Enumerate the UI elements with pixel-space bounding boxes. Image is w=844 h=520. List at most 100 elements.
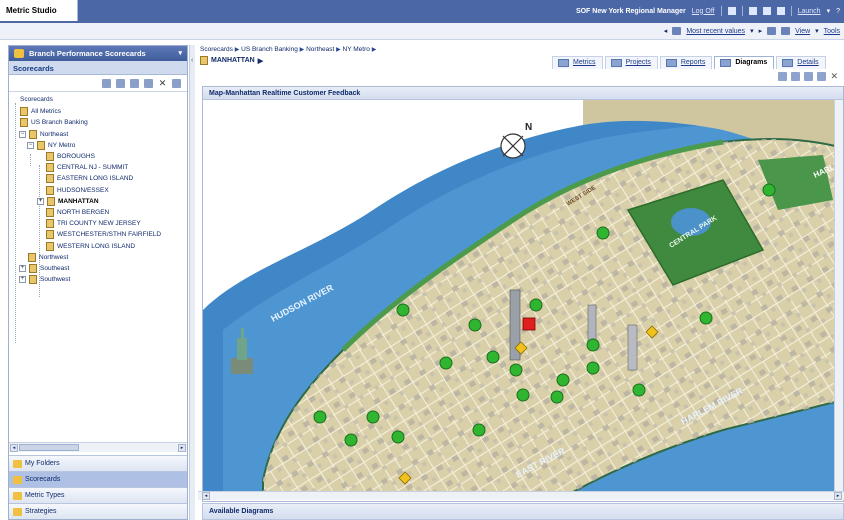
chevron-down-icon[interactable]: ▾: [178, 49, 182, 57]
status-indicator-green[interactable]: [391, 430, 405, 444]
status-indicator-green[interactable]: [439, 356, 453, 370]
tab-metrics[interactable]: Metrics: [552, 56, 603, 69]
breadcrumb-item[interactable]: Scorecards: [200, 46, 233, 53]
detail-view-icon[interactable]: [791, 72, 801, 81]
tree-node[interactable]: + Southeast: [19, 264, 69, 273]
help-question-icon[interactable]: ?: [836, 8, 840, 15]
status-indicator-green[interactable]: [486, 350, 500, 364]
scorecard-name[interactable]: MANHATTAN: [211, 57, 255, 64]
tree-node[interactable]: + MANHATTAN: [37, 196, 99, 206]
status-indicator-green[interactable]: [556, 373, 570, 387]
scroll-right-icon[interactable]: ▸: [834, 492, 842, 500]
tree-node[interactable]: US Branch Banking: [20, 118, 88, 128]
tree-node[interactable]: − Northeast: [19, 129, 68, 139]
tree-node[interactable]: CENTRAL NJ - SUMMIT: [46, 163, 128, 173]
collapse-icon[interactable]: −: [27, 141, 34, 149]
collapse-icon[interactable]: −: [19, 130, 26, 138]
status-indicator-green[interactable]: [550, 390, 564, 404]
export-icon[interactable]: [781, 27, 791, 35]
new-diagram-icon[interactable]: [804, 72, 814, 81]
chevron-down-icon[interactable]: ▾: [815, 27, 819, 35]
properties-icon[interactable]: [172, 79, 181, 88]
tree-node[interactable]: WESTCHESTER/STHN FAIRFIELD: [46, 230, 161, 240]
status-indicator-green[interactable]: [586, 361, 600, 375]
scroll-right-icon[interactable]: ▸: [178, 444, 186, 452]
scroll-thumb[interactable]: [19, 444, 79, 451]
collapse-chevron-icon[interactable]: ‹: [191, 57, 193, 64]
accordion-item[interactable]: Metric Types: [9, 487, 187, 503]
map-horizontal-scrollbar[interactable]: ◂ ▸: [198, 491, 844, 500]
tree-node[interactable]: HUDSON/ESSEX: [46, 185, 109, 195]
expand-icon[interactable]: +: [19, 276, 26, 284]
tree-node[interactable]: WESTERN LONG ISLAND: [46, 241, 135, 251]
map-vertical-scrollbar[interactable]: [834, 100, 843, 492]
status-indicator-green[interactable]: [516, 388, 530, 402]
status-indicator-green[interactable]: [468, 318, 482, 332]
chevron-down-icon[interactable]: ▾: [750, 27, 754, 35]
chevron-down-icon[interactable]: ▾: [827, 7, 831, 15]
status-indicator-green[interactable]: [699, 311, 713, 325]
delete-icon[interactable]: ✕: [830, 72, 838, 81]
breadcrumb-arrow-icon[interactable]: ▶: [258, 57, 263, 65]
tab-diagrams[interactable]: Diagrams: [714, 56, 775, 69]
tree-node[interactable]: + Southwest: [19, 275, 70, 285]
accordion-item[interactable]: My Folders: [9, 455, 187, 471]
copy-icon[interactable]: [130, 79, 139, 88]
scroll-left-icon[interactable]: ◂: [202, 492, 210, 500]
app-title-tab[interactable]: Metric Studio: [0, 0, 78, 21]
available-diagrams-header[interactable]: Available Diagrams: [202, 503, 844, 520]
status-indicator-red[interactable]: [522, 317, 536, 331]
tree-node[interactable]: − NY Metro: [27, 140, 75, 150]
paste-icon[interactable]: [144, 79, 153, 88]
values-mode-select[interactable]: Most recent values: [686, 28, 745, 35]
tab-projects[interactable]: Projects: [604, 56, 658, 69]
list-view-icon[interactable]: [778, 72, 788, 81]
status-indicator-green[interactable]: [509, 363, 523, 377]
expand-icon[interactable]: +: [37, 197, 44, 205]
accordion-item[interactable]: Strategies: [9, 503, 187, 519]
tree-node[interactable]: BOROUGHS: [46, 152, 95, 161]
tree-node[interactable]: Northwest: [28, 252, 68, 262]
breadcrumb-item[interactable]: NY Metro: [343, 46, 370, 53]
tree-node[interactable]: All Metrics: [20, 107, 61, 117]
status-indicator-green[interactable]: [472, 423, 486, 437]
print-icon[interactable]: [767, 27, 777, 35]
breadcrumb-item[interactable]: US Branch Banking: [241, 46, 298, 53]
tree-node[interactable]: TRI COUNTY NEW JERSEY: [46, 219, 141, 229]
scroll-left-icon[interactable]: ◂: [10, 444, 18, 452]
tab-details[interactable]: Details: [776, 56, 826, 69]
delete-icon[interactable]: ✕: [158, 79, 167, 88]
view-menu[interactable]: View: [795, 28, 810, 35]
tree-horizontal-scrollbar[interactable]: ◂ ▸: [9, 442, 187, 452]
logoff-link[interactable]: Log Off: [692, 8, 715, 15]
back-icon[interactable]: [762, 7, 771, 15]
tree-node[interactable]: Scorecards: [20, 96, 53, 103]
status-indicator-green[interactable]: [344, 433, 358, 447]
cut-icon[interactable]: [116, 79, 125, 88]
status-indicator-green[interactable]: [586, 338, 600, 352]
expand-icon[interactable]: +: [19, 265, 26, 272]
breadcrumb-item[interactable]: Northeast: [306, 46, 334, 53]
info-icon[interactable]: [776, 7, 785, 15]
help-book-icon[interactable]: [727, 7, 736, 15]
status-indicator-green[interactable]: [596, 226, 610, 240]
edit-diagram-icon[interactable]: [817, 72, 827, 81]
status-indicator-green[interactable]: [396, 303, 410, 317]
tools-menu[interactable]: Tools: [824, 28, 840, 35]
status-indicator-green[interactable]: [366, 410, 380, 424]
tree-node[interactable]: NORTH BERGEN: [46, 208, 109, 217]
next-arrow-icon[interactable]: ▸: [759, 27, 763, 35]
tab-reports[interactable]: Reports: [659, 56, 713, 69]
panel-header[interactable]: Branch Performance Scorecards ▾: [9, 46, 187, 61]
status-indicator-green[interactable]: [762, 183, 776, 197]
accordion-item[interactable]: Scorecards: [9, 471, 187, 487]
new-scorecard-icon[interactable]: [102, 79, 111, 88]
home-icon[interactable]: [748, 7, 757, 15]
panel-splitter[interactable]: ‹: [189, 45, 195, 520]
launch-menu[interactable]: Launch: [798, 8, 821, 15]
tree-node[interactable]: EASTERN LONG ISLAND: [46, 174, 133, 184]
status-indicator-green[interactable]: [313, 410, 327, 424]
status-indicator-green[interactable]: [632, 383, 646, 397]
status-indicator-green[interactable]: [529, 298, 543, 312]
previous-arrow-icon[interactable]: ◂: [664, 27, 668, 35]
